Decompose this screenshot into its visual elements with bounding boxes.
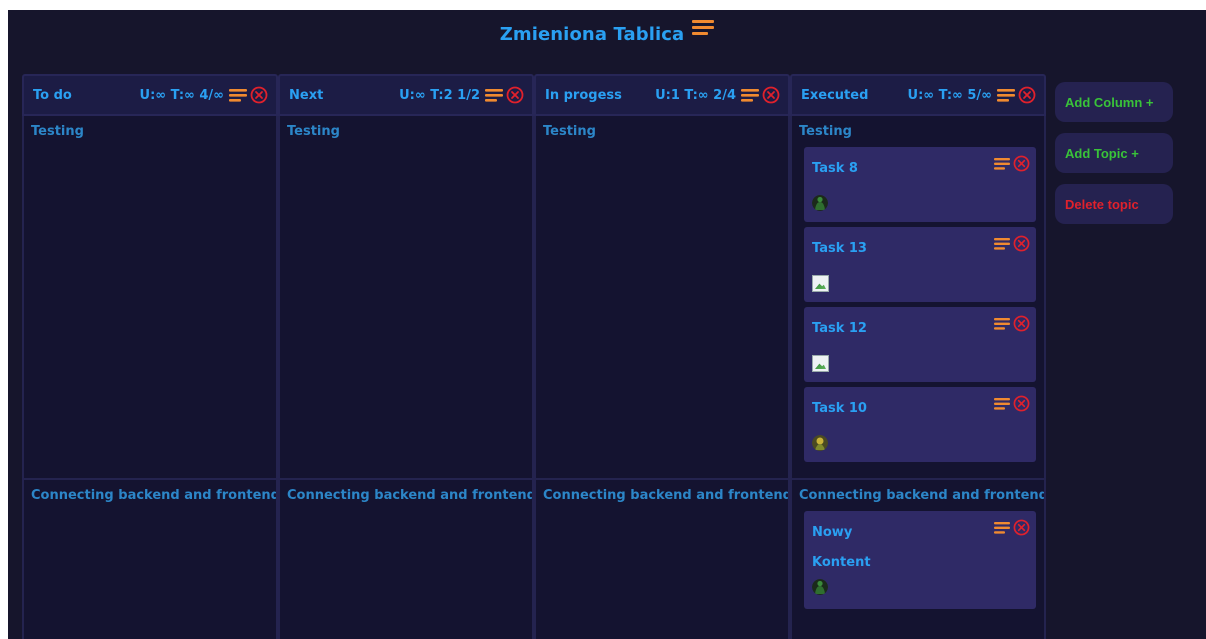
green-figure-avatar: [812, 195, 828, 211]
task-card[interactable]: Task 12: [804, 307, 1036, 382]
green-figure-avatar: [812, 579, 828, 595]
delete-task-icon[interactable]: [1013, 235, 1030, 252]
close-column-icon[interactable]: [506, 86, 524, 104]
topic-name: Testing: [31, 124, 84, 139]
column-to-do: To do U:∞ T:∞ 4/∞ Testing Connecting bac…: [22, 74, 278, 639]
task-card[interactable]: Task 10: [804, 387, 1036, 462]
close-column-icon[interactable]: [250, 86, 268, 104]
delete-task-icon[interactable]: [1013, 519, 1030, 536]
column-menu-icon[interactable]: [229, 88, 247, 102]
topic-name: Connecting backend and frontend: [287, 488, 534, 503]
topic-cell[interactable]: Connecting backend and frontend: [22, 480, 278, 639]
column-name: To do: [33, 87, 72, 103]
task-menu-icon[interactable]: [994, 521, 1010, 534]
topic-name: Testing: [287, 124, 340, 139]
delete-task-icon[interactable]: [1013, 395, 1030, 412]
task-card[interactable]: Nowy Kontent: [804, 511, 1036, 609]
column-limits: U:∞ T:2 1/2: [399, 87, 480, 103]
topic-cell[interactable]: Connecting backend and frontend: [278, 480, 534, 639]
broken-image-icon: [812, 355, 829, 372]
task-menu-icon[interactable]: [994, 237, 1010, 250]
title-bar: Zmieniona Tablica: [8, 10, 1206, 58]
topic-name: Connecting backend and frontend: [31, 488, 278, 503]
board-menu-icon[interactable]: [692, 20, 715, 38]
column-executed: Executed U:∞ T:∞ 5/∞ Testing Task 8 Task…: [790, 74, 1046, 639]
column-header[interactable]: To do U:∞ T:∞ 4/∞: [22, 74, 278, 116]
column-menu-icon[interactable]: [485, 88, 503, 102]
delete-task-icon[interactable]: [1013, 315, 1030, 332]
topic-cell[interactable]: Connecting backend and frontend Nowy Kon…: [790, 480, 1046, 639]
column-header[interactable]: Executed U:∞ T:∞ 5/∞: [790, 74, 1046, 116]
add-column-button[interactable]: Add Column +: [1055, 82, 1173, 122]
topic-cell[interactable]: Connecting backend and frontend: [534, 480, 790, 639]
task-card[interactable]: Task 13: [804, 227, 1036, 302]
topic-name: Connecting backend and frontend: [543, 488, 790, 503]
column-header[interactable]: Next U:∞ T:2 1/2: [278, 74, 534, 116]
task-menu-icon[interactable]: [994, 157, 1010, 170]
column-next: Next U:∞ T:2 1/2 Testing Connecting back…: [278, 74, 534, 639]
board-columns: To do U:∞ T:∞ 4/∞ Testing Connecting bac…: [22, 74, 1046, 639]
delete-topic-button[interactable]: Delete topic: [1055, 184, 1173, 224]
add-topic-button[interactable]: Add Topic +: [1055, 133, 1173, 173]
page: Zmieniona Tablica To do U:∞ T:∞ 4/∞ Test…: [0, 0, 1206, 639]
yellow-figure-avatar: [812, 435, 828, 451]
topic-name: Connecting backend and frontend: [799, 488, 1046, 503]
column-name: Next: [289, 87, 324, 103]
topic-cell[interactable]: Testing: [278, 116, 534, 480]
board-actions: Add Column + Add Topic + Delete topic: [1055, 82, 1175, 235]
board-frame: Zmieniona Tablica To do U:∞ T:∞ 4/∞ Test…: [8, 10, 1206, 639]
task-card[interactable]: Task 8: [804, 147, 1036, 222]
column-limits: U:1 T:∞ 2/4: [655, 87, 736, 103]
board-title: Zmieniona Tablica: [499, 23, 685, 45]
topic-cell[interactable]: Testing Task 8 Task 13 Task 12 Task 10: [790, 116, 1046, 480]
topic-name: Testing: [543, 124, 596, 139]
topic-cell[interactable]: Testing: [534, 116, 790, 480]
column-limits: U:∞ T:∞ 4/∞: [139, 87, 224, 103]
column-in-progess: In progess U:1 T:∞ 2/4 Testing Connectin…: [534, 74, 790, 639]
column-name: In progess: [545, 87, 622, 103]
close-column-icon[interactable]: [762, 86, 780, 104]
column-header[interactable]: In progess U:1 T:∞ 2/4: [534, 74, 790, 116]
close-column-icon[interactable]: [1018, 86, 1036, 104]
delete-task-icon[interactable]: [1013, 155, 1030, 172]
topic-name: Testing: [799, 124, 852, 139]
task-menu-icon[interactable]: [994, 397, 1010, 410]
task-menu-icon[interactable]: [994, 317, 1010, 330]
column-menu-icon[interactable]: [741, 88, 759, 102]
broken-image-icon: [812, 275, 829, 292]
column-limits: U:∞ T:∞ 5/∞: [907, 87, 992, 103]
column-name: Executed: [801, 87, 869, 103]
column-menu-icon[interactable]: [997, 88, 1015, 102]
topic-cell[interactable]: Testing: [22, 116, 278, 480]
task-title: Kontent: [812, 555, 871, 570]
